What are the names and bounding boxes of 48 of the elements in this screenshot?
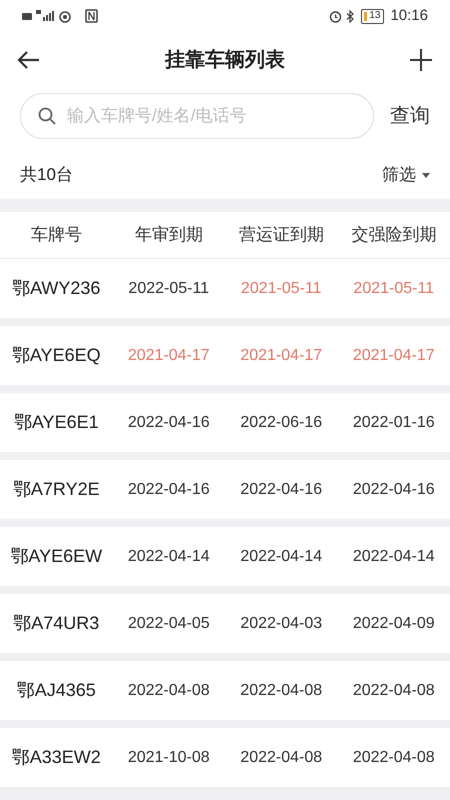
column-header: 车牌号 (30, 224, 83, 246)
expiry-date: 2021-04-17 (239, 346, 324, 366)
expiry-date: 2022-05-11 (127, 278, 210, 298)
expiry-date: 2022-04-05 (126, 614, 211, 634)
alarm-icon (329, 10, 342, 22)
page-title: 挂靠车辆列表 (165, 48, 285, 73)
column-header: 营运证到期 (238, 224, 325, 246)
bluetooth-icon (346, 10, 356, 22)
caret-icon (422, 172, 430, 178)
expiry-date: 2022-04-08 (352, 680, 436, 700)
column-header: 交强险到期 (350, 224, 438, 246)
expiry-date: 2022-04-14 (239, 546, 324, 566)
expiry-date: 2022-01-16 (352, 412, 436, 432)
plate-number: 鄂A33EW2 (10, 746, 102, 769)
column-header: 年审到期 (134, 224, 204, 246)
query-button[interactable]: 查询 (390, 101, 430, 131)
clock-time: 10:16 (390, 6, 428, 26)
filter-button[interactable]: 筛选 (382, 162, 430, 188)
expiry-date: 2022-04-08 (239, 680, 324, 700)
plate-number: 鄂A74UR3 (12, 612, 100, 635)
expiry-date: 2022-04-16 (352, 480, 436, 500)
expiry-date: 2022-04-16 (239, 480, 324, 500)
plate-number: 鄂AWY236 (11, 277, 102, 300)
expiry-date: 2022-04-08 (352, 748, 436, 768)
search-icon (38, 107, 56, 125)
search-field[interactable]: 输入车牌号/姓名/电话号 (20, 93, 374, 139)
expiry-date: 2022-04-08 (126, 680, 211, 700)
plate-number: 鄂AYE6E1 (12, 411, 100, 434)
expiry-date: 2022-04-16 (126, 480, 211, 500)
expiry-date: 2022-04-14 (352, 546, 436, 566)
plate-number: 鄂AJ4365 (16, 679, 97, 702)
plate-number: 鄂A7RY2E (12, 478, 101, 501)
expiry-date: 2022-04-14 (126, 546, 211, 566)
expiry-date: 2022-04-03 (239, 614, 324, 634)
plate-number: 鄂AYE6EW (9, 545, 104, 568)
expiry-date: 2022-04-09 (352, 614, 436, 634)
expiry-date: 2022-06-16 (239, 412, 324, 432)
expiry-date: 2021-04-17 (352, 346, 436, 366)
battery-icon: 13 (361, 8, 384, 24)
expiry-date: 2021-04-17 (126, 346, 211, 366)
vehicle-count: 共10台 (20, 164, 73, 186)
expiry-date: 2022-04-16 (126, 412, 211, 432)
expiry-date: 2021-05-11 (240, 278, 323, 298)
add-button[interactable] (408, 47, 434, 73)
expiry-date: 2022-04-08 (239, 748, 324, 768)
expiry-date: 2021-05-11 (352, 278, 436, 298)
plate-number: 鄂AYE6EQ (10, 344, 102, 367)
expiry-date: 2021-10-08 (126, 748, 211, 768)
